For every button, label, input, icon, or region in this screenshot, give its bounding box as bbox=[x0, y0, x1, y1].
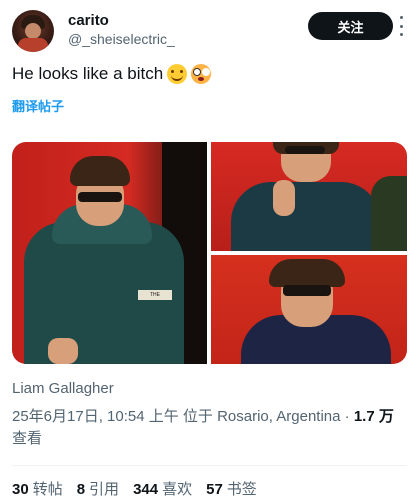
stat-quotes[interactable]: 8 引用 bbox=[77, 478, 119, 499]
tweet-header: carito @_sheiselectric_ 关注 bbox=[12, 10, 407, 54]
author-handle[interactable]: @_sheiselectric_ bbox=[68, 31, 175, 47]
media-caption: Liam Gallagher bbox=[12, 380, 114, 397]
follow-button[interactable]: 关注 bbox=[308, 12, 393, 40]
tweet-date-location[interactable]: 25年6月17日, 10:54 上午 位于 Rosario, Argentina… bbox=[12, 408, 354, 425]
stat-likes[interactable]: 344 喜欢 bbox=[133, 478, 192, 499]
media-grid: THE RAINBOW bbox=[12, 142, 407, 364]
flushed-face-icon bbox=[191, 64, 212, 84]
view-label: 查看 bbox=[12, 430, 43, 447]
tweet-metadata: 25年6月17日, 10:54 上午 位于 Rosario, Argentina… bbox=[12, 406, 407, 450]
stats-divider bbox=[12, 465, 407, 466]
jacket-badge: THE RAINBOW bbox=[138, 290, 172, 300]
tweet-text: He looks like a bitch bbox=[12, 64, 164, 83]
translate-post-link[interactable]: 翻译帖子 bbox=[12, 96, 64, 115]
author-avatar[interactable] bbox=[12, 10, 54, 52]
avatar-face bbox=[25, 23, 41, 39]
engagement-stats: 30 转帖 8 引用 344 喜欢 57 书签 bbox=[12, 478, 257, 499]
view-count: 1.7 万 bbox=[353, 408, 394, 425]
media-image-1[interactable]: THE RAINBOW bbox=[12, 142, 207, 364]
author-display-name[interactable]: carito bbox=[68, 12, 109, 29]
tweet-body: He looks like a bitch bbox=[12, 64, 212, 84]
smiling-face-icon bbox=[167, 64, 188, 84]
stat-bookmarks[interactable]: 57 书签 bbox=[206, 478, 257, 499]
media-image-3[interactable] bbox=[211, 255, 407, 364]
avatar-body bbox=[18, 38, 48, 52]
stat-reposts[interactable]: 30 转帖 bbox=[12, 478, 63, 499]
media-image-2[interactable] bbox=[211, 142, 407, 251]
more-options-icon[interactable] bbox=[398, 16, 404, 36]
